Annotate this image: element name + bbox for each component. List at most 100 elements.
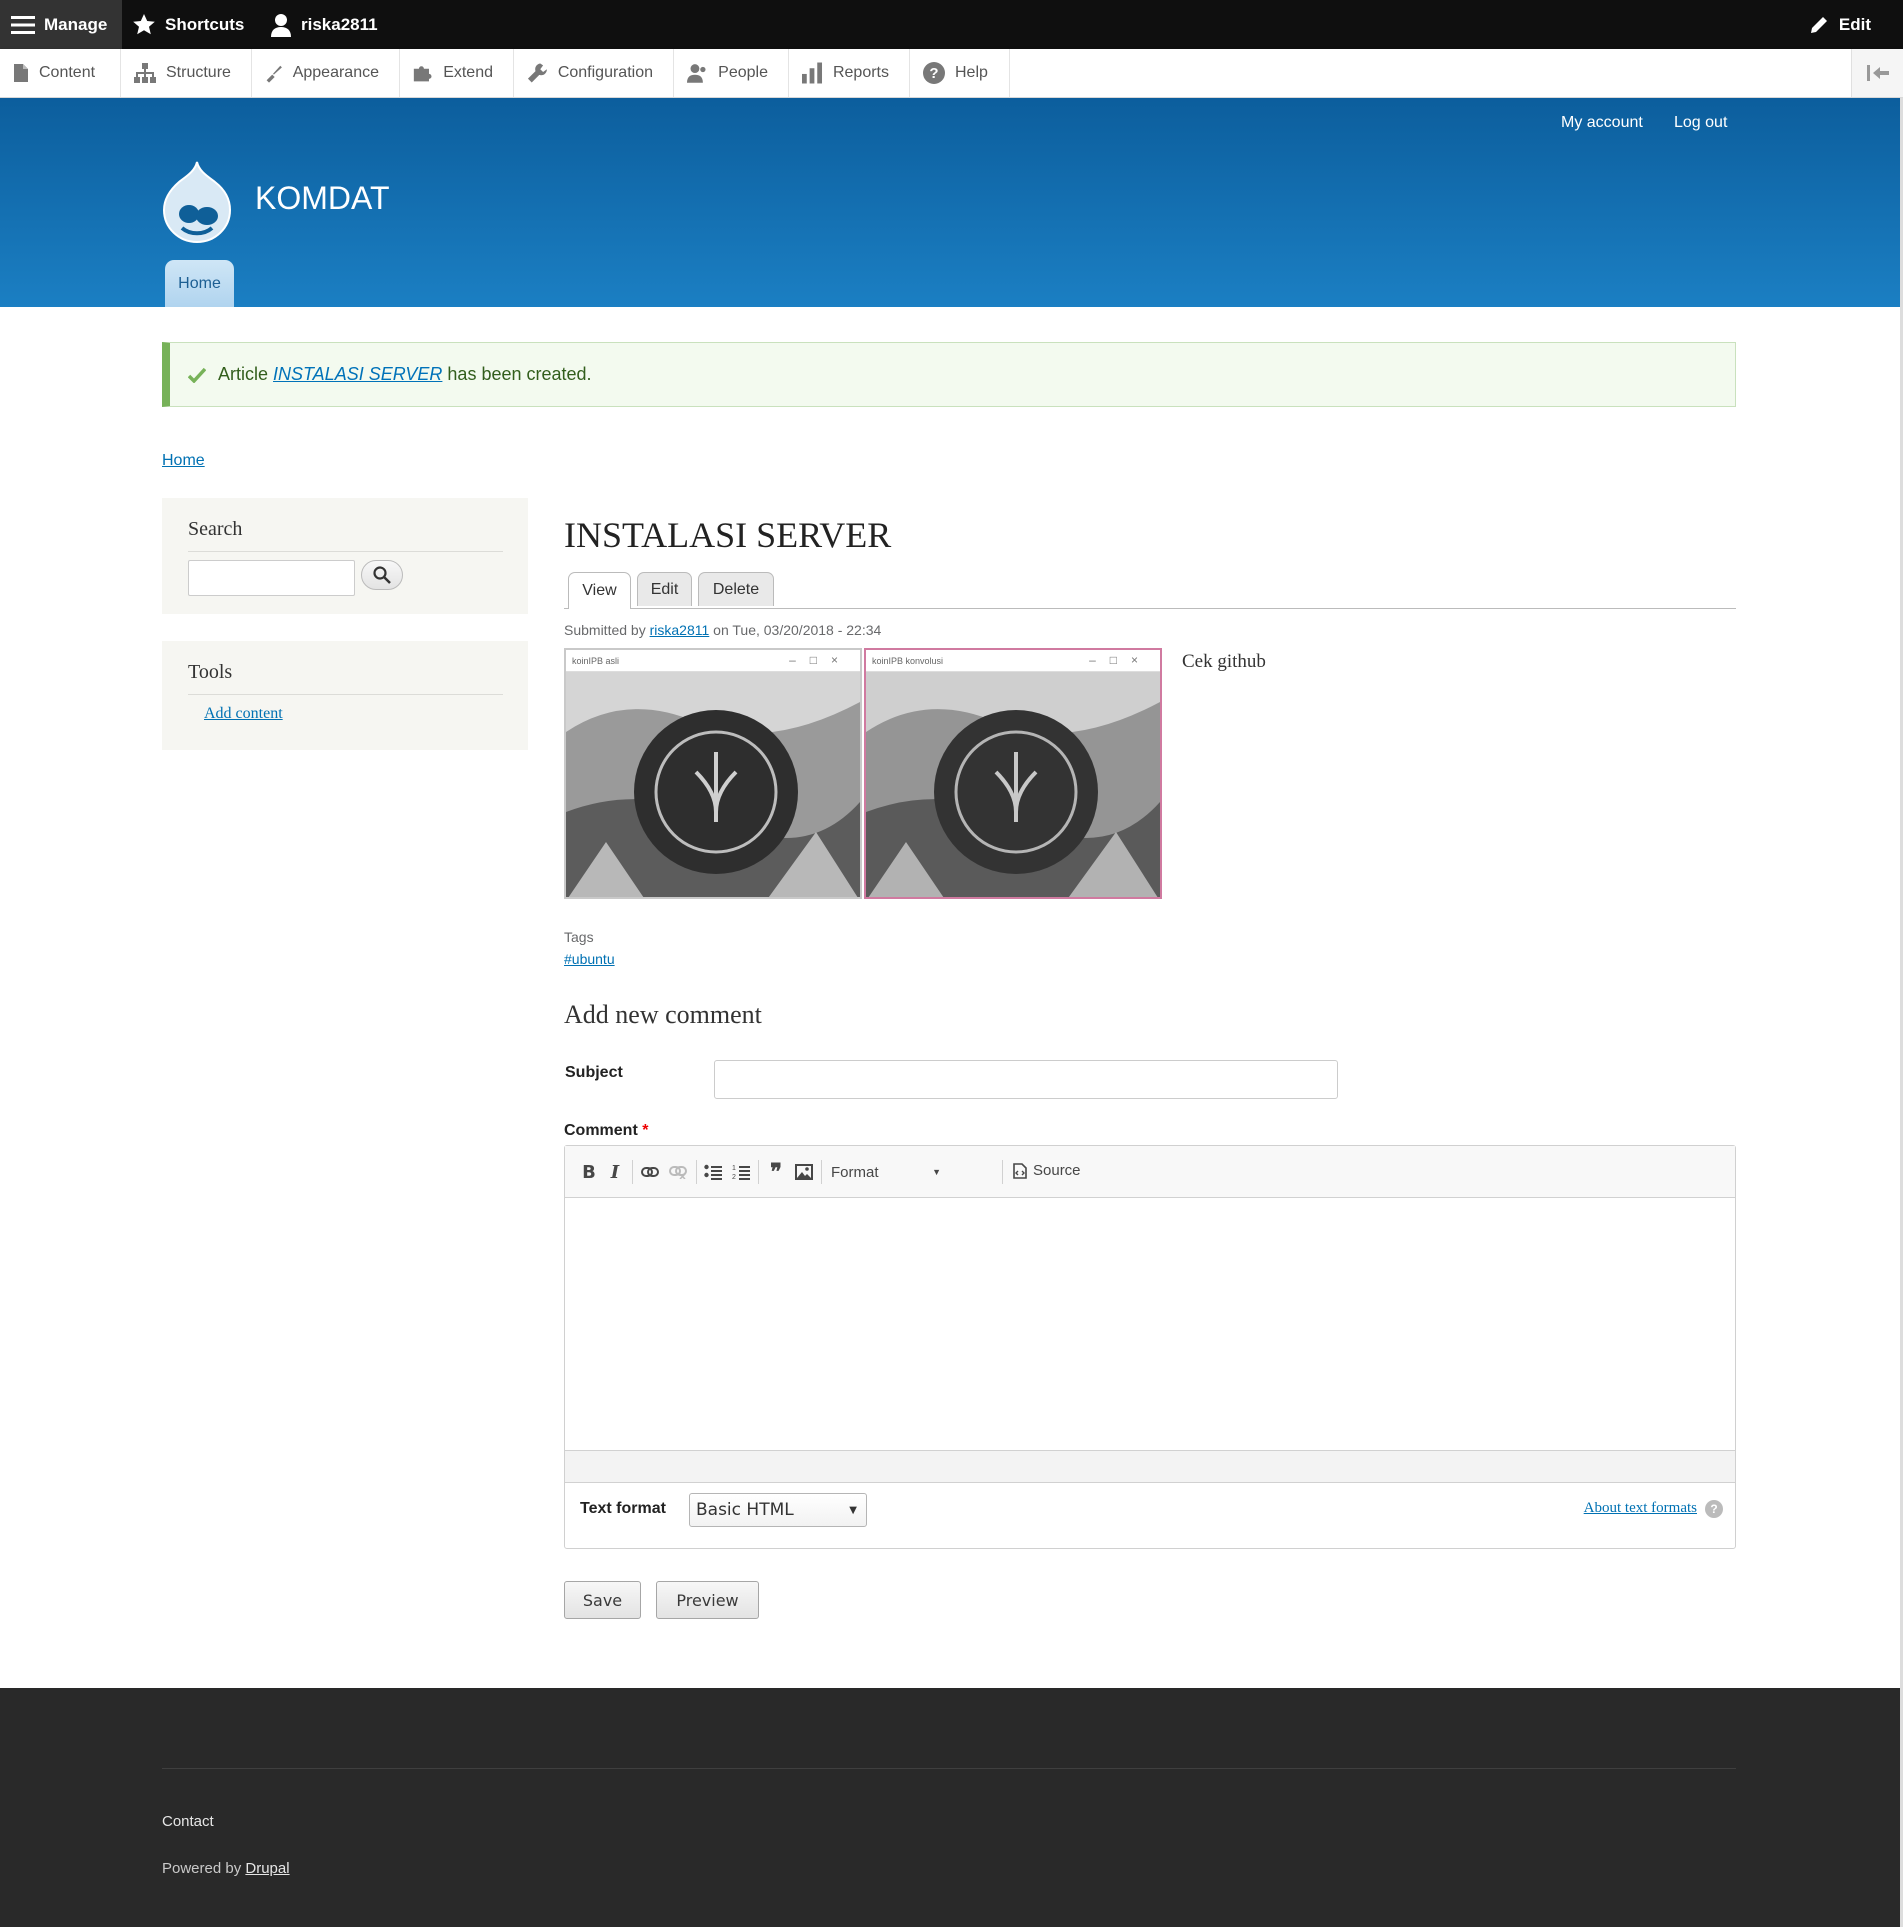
save-button[interactable]: Save (564, 1581, 641, 1619)
tag-link[interactable]: #ubuntu (564, 951, 615, 967)
about-text-formats-link[interactable]: About text formats (1584, 1500, 1697, 1517)
drupal-logo[interactable] (160, 160, 234, 244)
image-button[interactable] (791, 1159, 817, 1185)
wrench-icon (527, 63, 547, 83)
admin-toolbar: Manage Shortcuts riska2811 Edit (0, 0, 1903, 49)
tools-block-title: Tools (188, 661, 503, 695)
article-body: Cek github (1182, 651, 1266, 672)
window-controls-icon: –□× (789, 653, 852, 667)
window-controls-icon: –□× (1089, 653, 1152, 667)
unlink-button[interactable] (665, 1159, 691, 1185)
powered-by-prefix: Powered by (162, 1860, 242, 1877)
svg-text:?: ? (929, 65, 938, 82)
coin-photo-icon (566, 672, 860, 897)
people-icon (687, 64, 706, 83)
toolbar-separator (696, 1160, 697, 1184)
site-header: My account Log out KOMDAT Home (0, 98, 1900, 307)
help-icon: ? (923, 62, 945, 84)
pencil-icon (1810, 16, 1827, 33)
tray-item-people[interactable]: People (674, 49, 789, 97)
edit-label: Edit (1838, 14, 1871, 34)
status-article-link[interactable]: INSTALASI SERVER (273, 364, 442, 385)
source-button[interactable]: Source (1013, 1162, 1081, 1179)
submitted-date: on Tue, 03/20/2018 - 22:34 (713, 622, 882, 638)
tray-item-label: Extend (443, 64, 493, 81)
manage-tab[interactable]: Manage (0, 0, 122, 49)
bar-chart-icon (802, 62, 823, 84)
bold-button[interactable]: B (576, 1159, 602, 1185)
brush-icon (266, 65, 282, 83)
question-mark-icon[interactable]: ? (1705, 1500, 1723, 1518)
editor-toolbar: B I 12 ❞ Format ▼ Source (565, 1146, 1735, 1198)
local-tasks: View Edit Delete (564, 572, 1736, 609)
comment-editor: B I 12 ❞ Format ▼ Source Text format Bas… (564, 1145, 1736, 1549)
tray-collapse-button[interactable] (1851, 49, 1903, 97)
bold-icon: B (582, 1161, 596, 1183)
format-dropdown[interactable]: Format ▼ (831, 1164, 941, 1181)
admin-tray: Content Structure Appearance Extend Conf… (0, 49, 1903, 98)
primary-menu-home[interactable]: Home (165, 260, 234, 307)
tray-item-configuration[interactable]: Configuration (514, 49, 674, 97)
tray-item-label: Help (955, 64, 988, 81)
tray-item-label: Configuration (557, 64, 653, 81)
image-icon (795, 1164, 813, 1180)
site-name[interactable]: KOMDAT (255, 180, 390, 217)
submitted-info: Submitted by riska2811 on Tue, 03/20/201… (564, 622, 881, 638)
link-button[interactable] (637, 1159, 663, 1185)
tray-item-reports[interactable]: Reports (789, 49, 910, 97)
tray-item-content[interactable]: Content (0, 49, 121, 97)
source-icon (1013, 1162, 1027, 1179)
unlink-icon (669, 1166, 687, 1179)
add-content-link[interactable]: Add content (204, 705, 283, 723)
tray-item-appearance[interactable]: Appearance (252, 49, 400, 97)
breadcrumb-home-link[interactable]: Home (162, 452, 205, 470)
hamburger-icon (11, 15, 35, 34)
contact-link[interactable]: Contact (162, 1813, 214, 1830)
tray-item-label: Structure (166, 64, 231, 81)
toolbar-separator (758, 1160, 759, 1184)
search-block: Search (162, 498, 528, 614)
log-out-link[interactable]: Log out (1674, 114, 1727, 132)
tab-view[interactable]: View (568, 572, 631, 609)
site-footer: Contact Powered by Drupal (0, 1688, 1900, 1927)
edit-mode-button[interactable]: Edit (1808, 0, 1871, 49)
preview-button[interactable]: Preview (656, 1581, 759, 1619)
text-format-select[interactable]: Basic HTML ▼ (689, 1493, 867, 1527)
footer-divider (162, 1768, 1736, 1769)
user-tab[interactable]: riska2811 (270, 0, 378, 49)
blockquote-button[interactable]: ❞ (763, 1159, 789, 1185)
tab-delete[interactable]: Delete (698, 572, 774, 606)
svg-text:1: 1 (732, 1165, 736, 1172)
image-window-titlebar: koinIPB asli –□× (566, 650, 860, 672)
manage-label: Manage (44, 14, 108, 34)
toolbar-separator (821, 1160, 822, 1184)
tray-item-label: People (718, 64, 768, 81)
search-block-title: Search (188, 518, 503, 552)
tray-item-extend[interactable]: Extend (400, 49, 514, 97)
comment-label-text: Comment (564, 1122, 638, 1139)
comment-editor-textarea[interactable] (565, 1199, 1735, 1450)
article-image-original[interactable]: koinIPB asli –□× (564, 648, 862, 899)
blockquote-icon: ❞ (770, 1159, 782, 1185)
search-icon (373, 566, 391, 584)
author-link[interactable]: riska2811 (650, 622, 710, 638)
my-account-link[interactable]: My account (1561, 114, 1643, 132)
numbered-list-button[interactable]: 12 (728, 1159, 754, 1185)
powered-by: Powered by Drupal (162, 1860, 290, 1877)
shortcuts-tab[interactable]: Shortcuts (132, 0, 244, 49)
bulleted-list-button[interactable] (700, 1159, 726, 1185)
subject-input[interactable] (714, 1060, 1338, 1099)
search-input[interactable] (188, 560, 355, 596)
tray-item-structure[interactable]: Structure (121, 49, 252, 97)
article-image-convolution[interactable]: koinIPB konvolusi –□× (864, 648, 1162, 899)
collapse-arrow-icon (1866, 65, 1889, 81)
puzzle-icon (413, 66, 432, 82)
drupal-link[interactable]: Drupal (245, 1860, 289, 1877)
italic-button[interactable]: I (602, 1159, 628, 1185)
search-button[interactable] (361, 560, 403, 590)
source-label: Source (1033, 1162, 1081, 1179)
status-prefix: Article (218, 364, 269, 384)
tray-item-help[interactable]: ? Help (910, 49, 1010, 97)
tab-edit[interactable]: Edit (637, 572, 692, 606)
svg-text:2: 2 (732, 1174, 736, 1180)
